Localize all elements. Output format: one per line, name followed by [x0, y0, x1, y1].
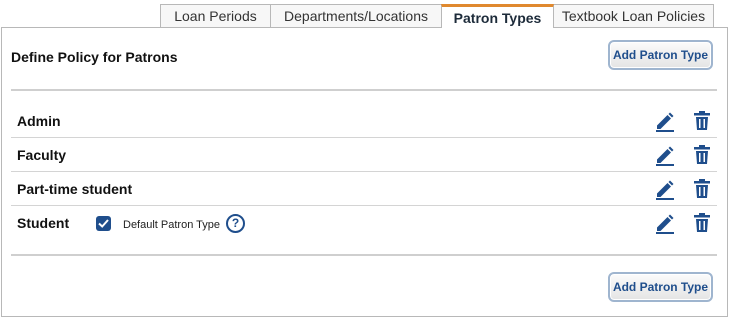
patron-type-row: Admin: [11, 104, 717, 138]
default-patron-type-group: Default Patron Type ?: [96, 212, 246, 234]
tab-patron-types[interactable]: Patron Types: [441, 4, 554, 28]
panel-title: Define Policy for Patrons: [11, 49, 178, 65]
add-patron-type-button-top[interactable]: Add Patron Type: [608, 40, 713, 70]
trash-icon[interactable]: [692, 110, 712, 132]
patron-type-row: Faculty: [11, 138, 717, 172]
trash-icon[interactable]: [692, 178, 712, 200]
patron-type-name: Faculty: [17, 147, 67, 163]
patron-type-name: Admin: [17, 113, 61, 129]
patron-type-row: Student Default Patron Type ?: [11, 206, 717, 240]
tab-bar: Loan Periods Departments/Locations Patro…: [160, 4, 714, 28]
divider-top: [11, 89, 717, 91]
pencil-icon[interactable]: [654, 110, 676, 132]
patron-type-list: Admin Faculty Part-time student Student …: [11, 104, 717, 240]
default-patron-type-label: Default Patron Type: [123, 219, 221, 231]
pencil-icon[interactable]: [654, 212, 676, 234]
trash-icon[interactable]: [692, 212, 712, 234]
patron-type-name: Part-time student: [17, 181, 133, 197]
add-patron-type-button-bottom[interactable]: Add Patron Type: [608, 272, 713, 302]
tab-loan-periods[interactable]: Loan Periods: [160, 4, 271, 27]
default-patron-type-checkbox[interactable]: [96, 215, 111, 231]
question-circle-icon[interactable]: ?: [226, 213, 246, 233]
trash-icon[interactable]: [692, 144, 712, 166]
pencil-icon[interactable]: [654, 144, 676, 166]
patron-policy-panel: Define Policy for Patrons Add Patron Typ…: [1, 27, 728, 317]
divider-bottom: [11, 254, 717, 256]
patron-type-row: Part-time student: [11, 172, 717, 206]
patron-type-name: Student: [17, 215, 70, 231]
tab-departments-locations[interactable]: Departments/Locations: [270, 4, 442, 27]
checkmark-icon: [98, 218, 109, 228]
tab-textbook-loan-policies[interactable]: Textbook Loan Policies: [553, 4, 714, 27]
pencil-icon[interactable]: [654, 178, 676, 200]
